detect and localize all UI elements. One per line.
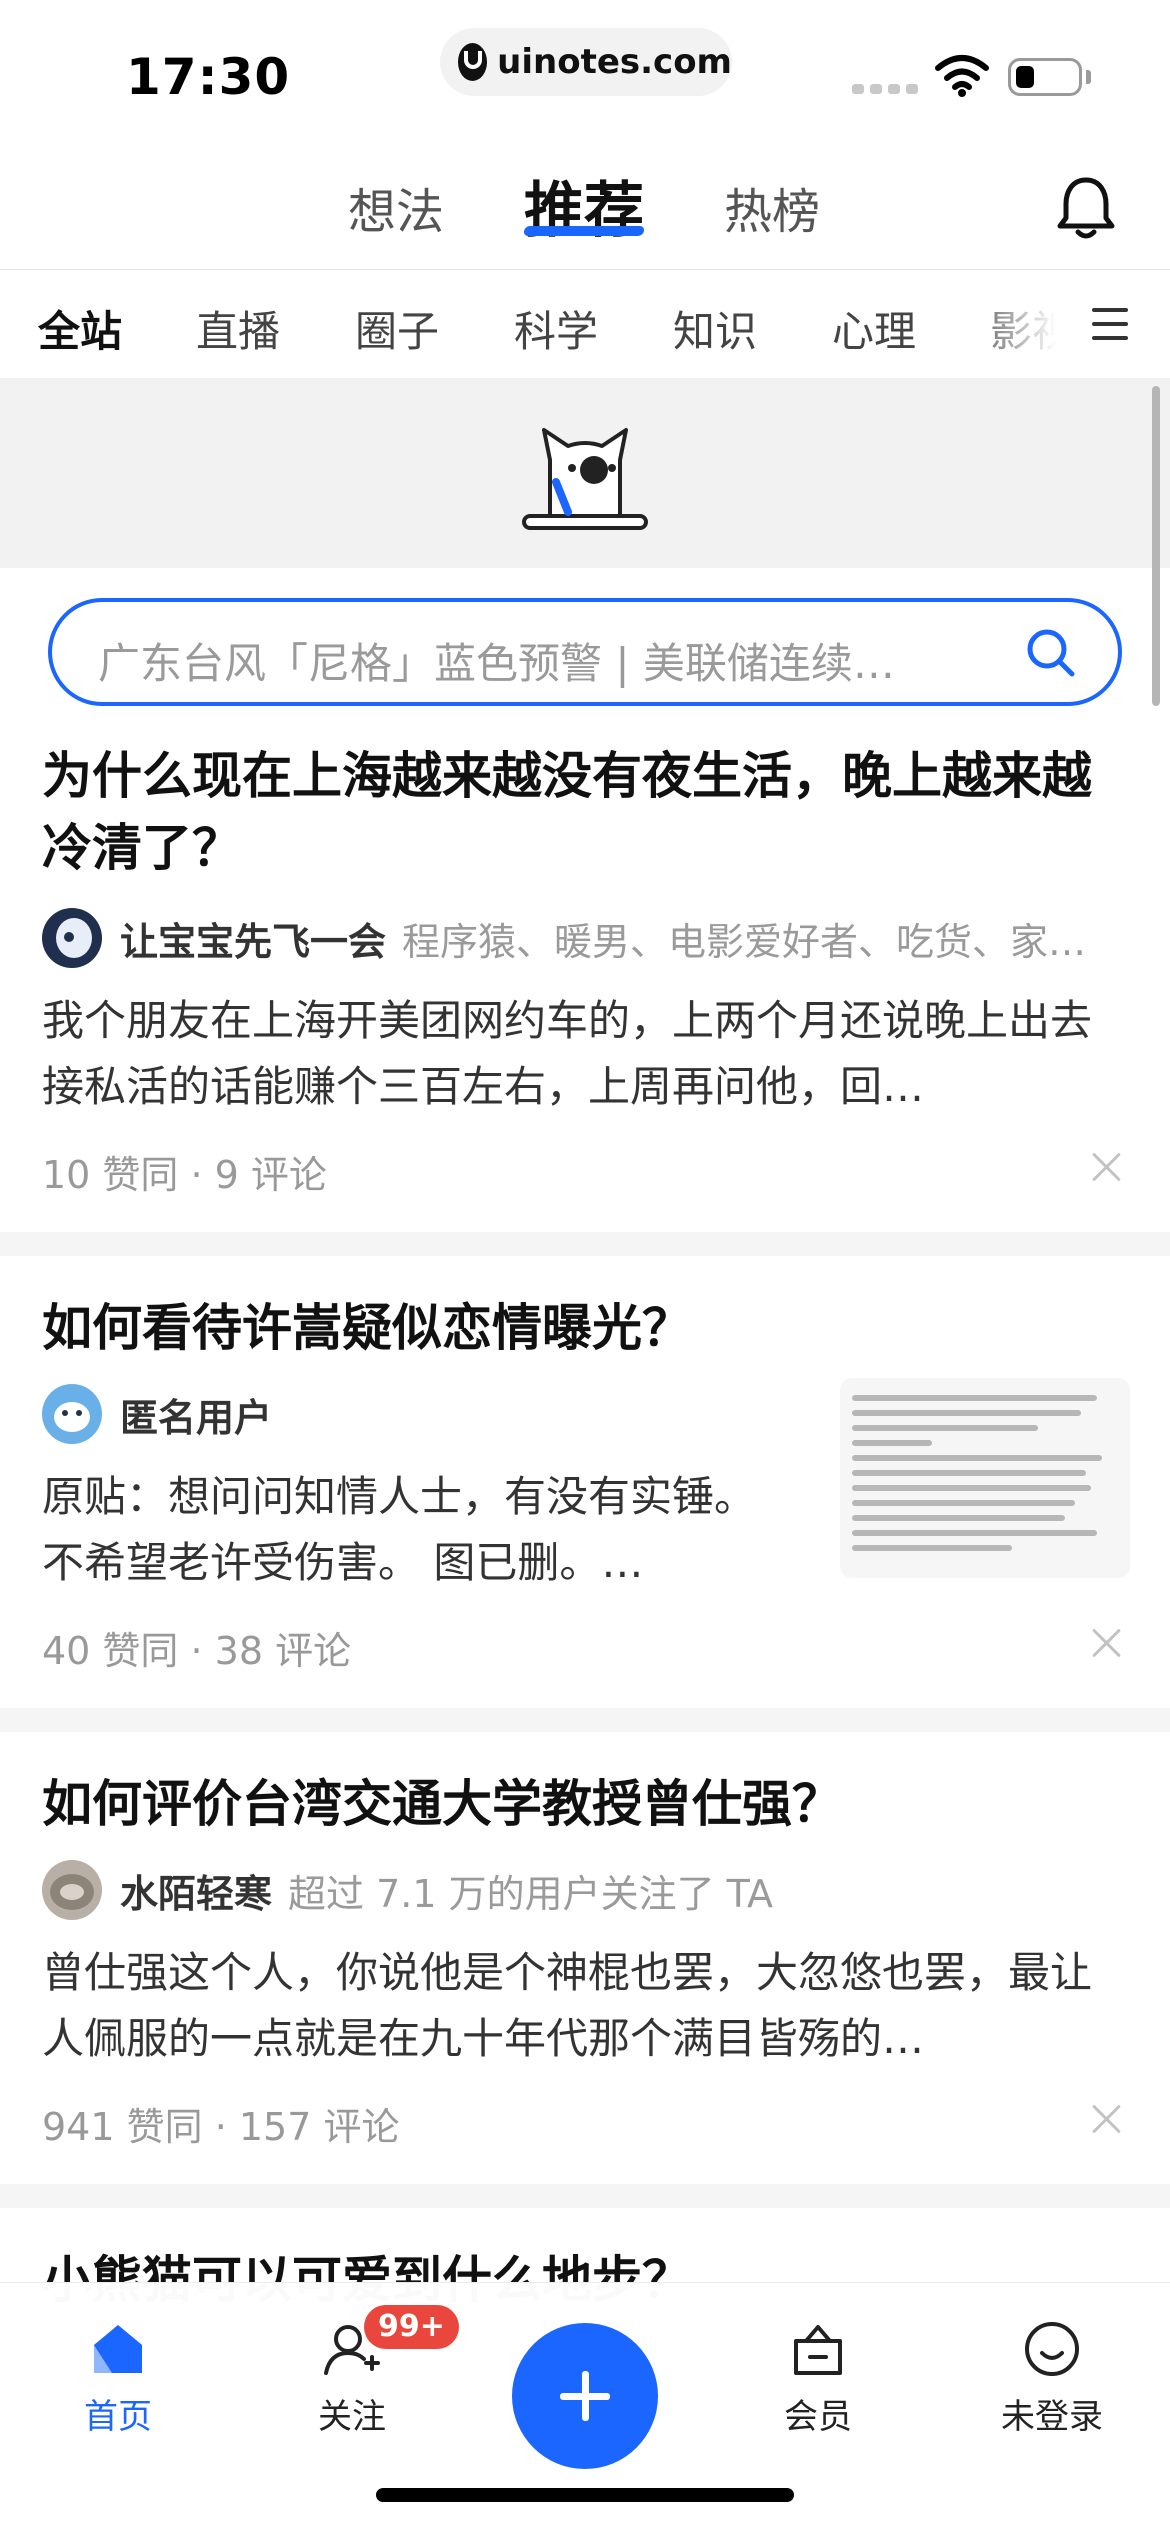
question-title[interactable]: 如何看待许嵩疑似恋情曝光？ (42, 1292, 1132, 1364)
category-all[interactable]: 全站 (38, 298, 122, 359)
notification-badge: 99+ (364, 2305, 459, 2349)
avatar[interactable] (42, 1384, 102, 1444)
avatar[interactable] (42, 1860, 102, 1920)
search-icon[interactable] (1022, 624, 1078, 680)
category-circles[interactable]: 圈子 (355, 298, 439, 359)
dismiss-icon[interactable] (1090, 1626, 1124, 1660)
site-logo-icon (458, 43, 488, 81)
vote-comment-count: 40 赞同 · 38 评论 (42, 1629, 352, 1673)
feed-card[interactable]: 为什么现在上海越来越没有夜生活，晚上越来越冷清了？ 让宝宝先飞一会 程序猿、暖男… (0, 730, 1170, 1230)
divider (0, 1708, 1170, 1732)
top-tab-bar: 想法 推荐 热榜 (0, 150, 1170, 270)
author-row: 水陌轻寒 超过 7.1 万的用户关注了 TA (42, 1860, 1132, 1920)
cellular-signal-icon (852, 84, 918, 94)
nav-home[interactable]: 首页 (18, 2283, 218, 2443)
home-icon (94, 2325, 142, 2373)
active-tab-indicator (523, 226, 645, 236)
category-fade (960, 272, 1080, 376)
category-menu-icon[interactable] (1092, 308, 1128, 340)
author-bio: 超过 7.1 万的用户关注了 TA (288, 1871, 773, 1916)
bell-icon[interactable] (1056, 172, 1116, 242)
answer-excerpt[interactable]: 曾仕强这个人，你说他是个神棍也罢，大忽悠也罢，最让人佩服的一点就是在九十年代那个… (42, 1940, 1132, 2072)
status-time: 17:30 (126, 48, 291, 106)
nav-vip-label: 会员 (784, 2397, 852, 2437)
divider (0, 1232, 1170, 1256)
category-science[interactable]: 科学 (514, 298, 598, 359)
vote-comment-count: 941 赞同 · 157 评论 (42, 2105, 400, 2149)
author-name[interactable]: 水陌轻寒 (120, 1863, 272, 1918)
category-knowledge[interactable]: 知识 (673, 298, 757, 359)
nav-vip[interactable]: 会员 (718, 2283, 918, 2443)
status-bar: 17:30 uinotes.com (0, 0, 1170, 140)
nav-home-label: 首页 (84, 2397, 152, 2437)
nav-profile[interactable]: 未登录 (952, 2283, 1152, 2443)
answer-thumbnail[interactable] (840, 1378, 1130, 1578)
feed-card[interactable]: 如何看待许嵩疑似恋情曝光？ 匿名用户 原贴：想问问知情人士，有没有实锤。不希望老… (0, 1256, 1170, 1706)
feed-card[interactable]: 如何评价台湾交通大学教授曾仕强？ 水陌轻寒 超过 7.1 万的用户关注了 TA … (0, 1732, 1170, 2182)
question-title[interactable]: 如何评价台湾交通大学教授曾仕强？ (42, 1768, 1132, 1840)
vote-comment-count: 10 赞同 · 9 评论 (42, 1153, 327, 1197)
url-text: uinotes.com (497, 42, 732, 82)
author-row: 匿名用户 (42, 1384, 802, 1444)
dismiss-icon[interactable] (1090, 2102, 1124, 2136)
wifi-icon (935, 55, 989, 97)
divider (0, 2184, 1170, 2208)
search-bar[interactable]: 广东台风「尼格」蓝色预警 | 美联储连续… (48, 598, 1122, 706)
battery-nub (1086, 70, 1091, 84)
create-post-button[interactable] (512, 2323, 658, 2469)
tab-ideas[interactable]: 想法 (348, 172, 444, 242)
dismiss-icon[interactable] (1090, 1150, 1124, 1184)
scrollbar[interactable] (1152, 386, 1160, 706)
app-root: 17:30 uinotes.com 想法 推荐 热榜 全站 直播 圈子 科学 知… (0, 0, 1170, 2532)
profile-icon (1025, 2322, 1079, 2376)
mascot-cat-icon (522, 428, 648, 530)
avatar[interactable] (42, 908, 102, 968)
search-input[interactable]: 广东台风「尼格」蓝色预警 | 美联储连续… (98, 630, 998, 691)
home-indicator[interactable] (376, 2488, 794, 2502)
author-name[interactable]: 匿名用户 (120, 1387, 272, 1442)
category-psychology[interactable]: 心理 (832, 298, 916, 359)
url-pill[interactable]: uinotes.com (440, 28, 732, 96)
category-tab-bar: 全站 直播 圈子 科学 知识 心理 影视 (0, 272, 1170, 376)
author-bio: 程序猿、暖男、电影爱好者、吃货、家… (402, 919, 1087, 964)
battery-icon (1008, 58, 1082, 96)
author-name[interactable]: 让宝宝先飞一会 (120, 911, 386, 966)
refresh-banner (0, 378, 1170, 568)
vip-icon (794, 2325, 842, 2375)
answer-excerpt[interactable]: 原贴：想问问知情人士，有没有实锤。不希望老许受伤害。 图已删。… (42, 1464, 782, 1596)
answer-excerpt[interactable]: 我个朋友在上海开美团网约车的，上两个月还说晚上出去接私活的话能赚个三百左右，上周… (42, 988, 1132, 1120)
author-row: 让宝宝先飞一会 程序猿、暖男、电影爱好者、吃货、家… (42, 908, 1132, 968)
question-title[interactable]: 为什么现在上海越来越没有夜生活，晚上越来越冷清了？ (42, 740, 1132, 884)
tab-hot-list[interactable]: 热榜 (724, 172, 820, 242)
nav-follow-label: 关注 (318, 2397, 386, 2437)
category-live[interactable]: 直播 (196, 298, 280, 359)
nav-profile-label: 未登录 (1001, 2397, 1103, 2437)
